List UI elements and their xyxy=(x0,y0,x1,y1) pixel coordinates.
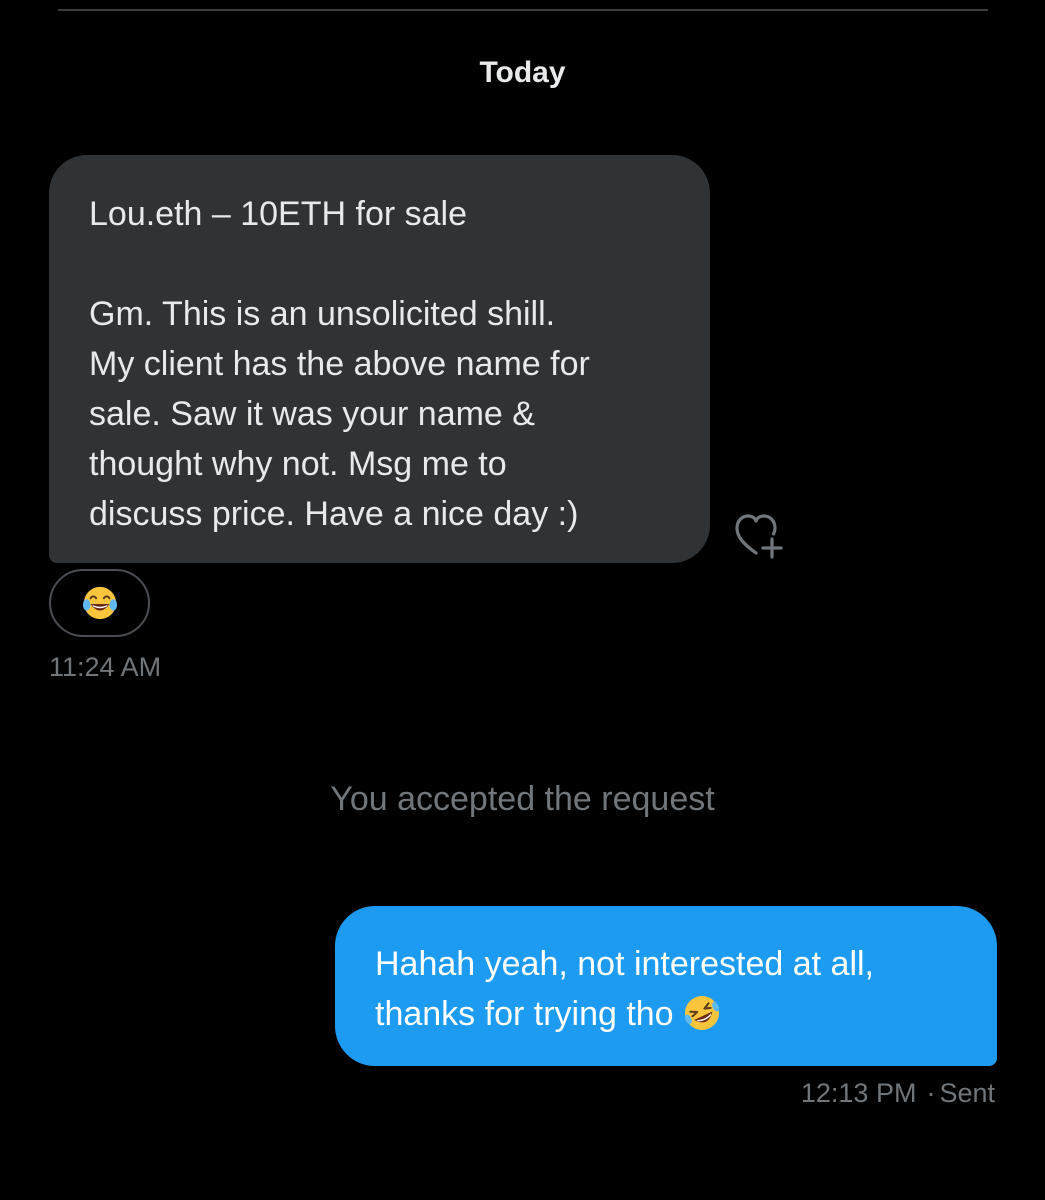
incoming-message-bubble[interactable]: Lou.eth – 10ETH for sale Gm. This is an … xyxy=(49,155,710,563)
message-line-with-emoji: thanks for trying tho xyxy=(375,989,977,1039)
message-line: sale. Saw it was your name & xyxy=(89,395,535,433)
outgoing-timestamp: 12:13 PM xyxy=(800,1078,917,1108)
message-line: thought why not. Msg me to xyxy=(89,445,507,483)
face-with-tears-of-joy-icon xyxy=(82,586,117,620)
rolling-on-floor-laughing-icon xyxy=(684,996,719,1030)
top-divider xyxy=(58,9,988,11)
request-accepted-notice: You accepted the request xyxy=(330,780,715,818)
reaction-pill[interactable] xyxy=(49,569,150,637)
meta-separator: · xyxy=(926,1078,936,1108)
message-text: thanks for trying tho xyxy=(375,995,674,1033)
incoming-timestamp: 11:24 AM xyxy=(49,652,162,682)
delivery-status: Sent xyxy=(939,1078,995,1108)
message-line: Gm. This is an unsolicited shill. xyxy=(89,295,556,333)
message-line: Lou.eth – 10ETH for sale xyxy=(89,195,468,233)
message-line: Hahah yeah, not interested at all, xyxy=(375,945,874,983)
date-separator: Today xyxy=(479,56,566,89)
outgoing-meta: 12:13 PM · Sent xyxy=(801,1078,995,1109)
message-line: discuss price. Have a nice day :) xyxy=(89,495,579,533)
heart-plus-icon[interactable] xyxy=(734,512,786,560)
message-line: My client has the above name for xyxy=(89,345,590,383)
outgoing-message-bubble[interactable]: Hahah yeah, not interested at all, thank… xyxy=(335,906,997,1066)
